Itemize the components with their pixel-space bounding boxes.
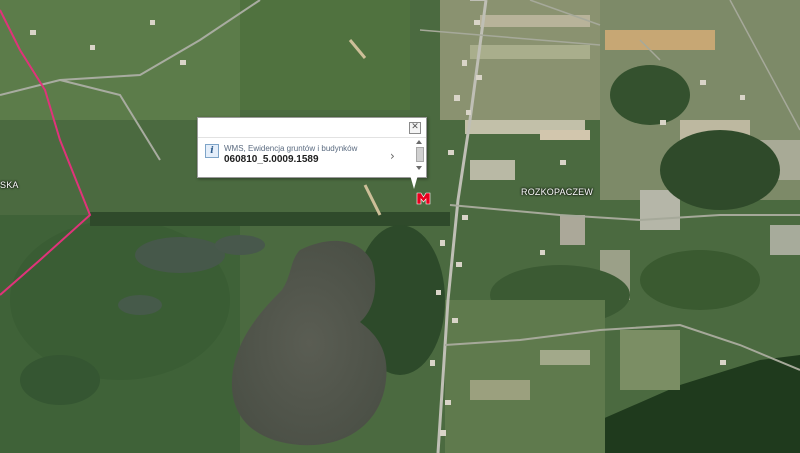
- scroll-down-arrow-icon[interactable]: [416, 166, 422, 170]
- scroll-up-arrow-icon[interactable]: [416, 140, 422, 144]
- partial-place-label: SKA: [0, 180, 19, 190]
- feature-info-popup: ✕ i WMS, Ewidencja gruntów i budynków 06…: [197, 117, 427, 178]
- layer-title: WMS, Ewidencja gruntów i budynków: [224, 144, 358, 153]
- close-icon[interactable]: ✕: [409, 122, 421, 134]
- scroll-thumb[interactable]: [416, 147, 424, 162]
- satellite-imagery: [0, 0, 800, 453]
- parcel-id[interactable]: 060810_5.0009.1589: [224, 154, 319, 165]
- map-view[interactable]: ROZKOPACZEW SKA ✕ i WMS, Ewidencja grunt…: [0, 0, 800, 453]
- info-icon: i: [205, 144, 219, 158]
- chevron-right-icon[interactable]: ›: [390, 149, 395, 163]
- popup-scrollbar[interactable]: [416, 140, 424, 172]
- popup-pointer: [410, 175, 418, 189]
- popup-divider: [198, 137, 426, 138]
- map-marker-icon[interactable]: [416, 191, 431, 206]
- village-label: ROZKOPACZEW: [521, 187, 594, 197]
